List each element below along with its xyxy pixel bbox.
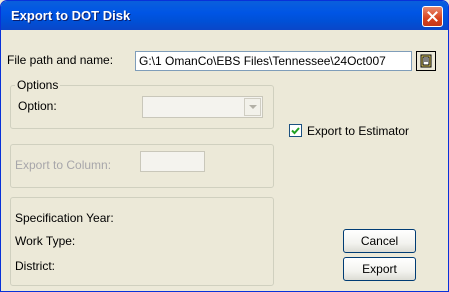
file-path-input[interactable]: G:\1 OmanCo\EBS Files\Tennessee\24Oct007 — [135, 51, 412, 71]
export-dialog: Export to DOT Disk File path and name: G… — [0, 0, 449, 292]
export-to-estimator-checkbox[interactable] — [289, 124, 302, 137]
browse-button[interactable] — [416, 51, 436, 71]
export-to-column-input[interactable] — [140, 151, 205, 172]
option-select[interactable] — [142, 96, 263, 118]
file-path-value: G:\1 OmanCo\EBS Files\Tennessee\24Oct007 — [139, 54, 386, 68]
specification-year-label: Specification Year: — [15, 211, 114, 225]
window-title: Export to DOT Disk — [11, 8, 131, 23]
checkmark-icon — [291, 127, 300, 135]
title-bar[interactable]: Export to DOT Disk — [1, 1, 448, 30]
work-type-label: Work Type: — [15, 234, 76, 248]
export-to-column-label: Export to Column: — [15, 158, 112, 172]
chevron-down-icon — [248, 104, 257, 109]
dialog-body: File path and name: G:\1 OmanCo\EBS File… — [5, 31, 444, 287]
cancel-button[interactable]: Cancel — [343, 229, 416, 253]
option-dropdown-arrow[interactable] — [244, 98, 261, 116]
file-path-label: File path and name: — [7, 53, 114, 67]
options-legend: Options — [15, 78, 61, 92]
export-button[interactable]: Export — [343, 257, 416, 281]
export-to-estimator-label: Export to Estimator — [307, 124, 410, 138]
close-icon — [427, 11, 438, 22]
close-button[interactable] — [422, 6, 443, 27]
folder-browse-icon — [420, 54, 432, 68]
district-label: District: — [15, 259, 55, 273]
option-label: Option: — [18, 99, 57, 113]
